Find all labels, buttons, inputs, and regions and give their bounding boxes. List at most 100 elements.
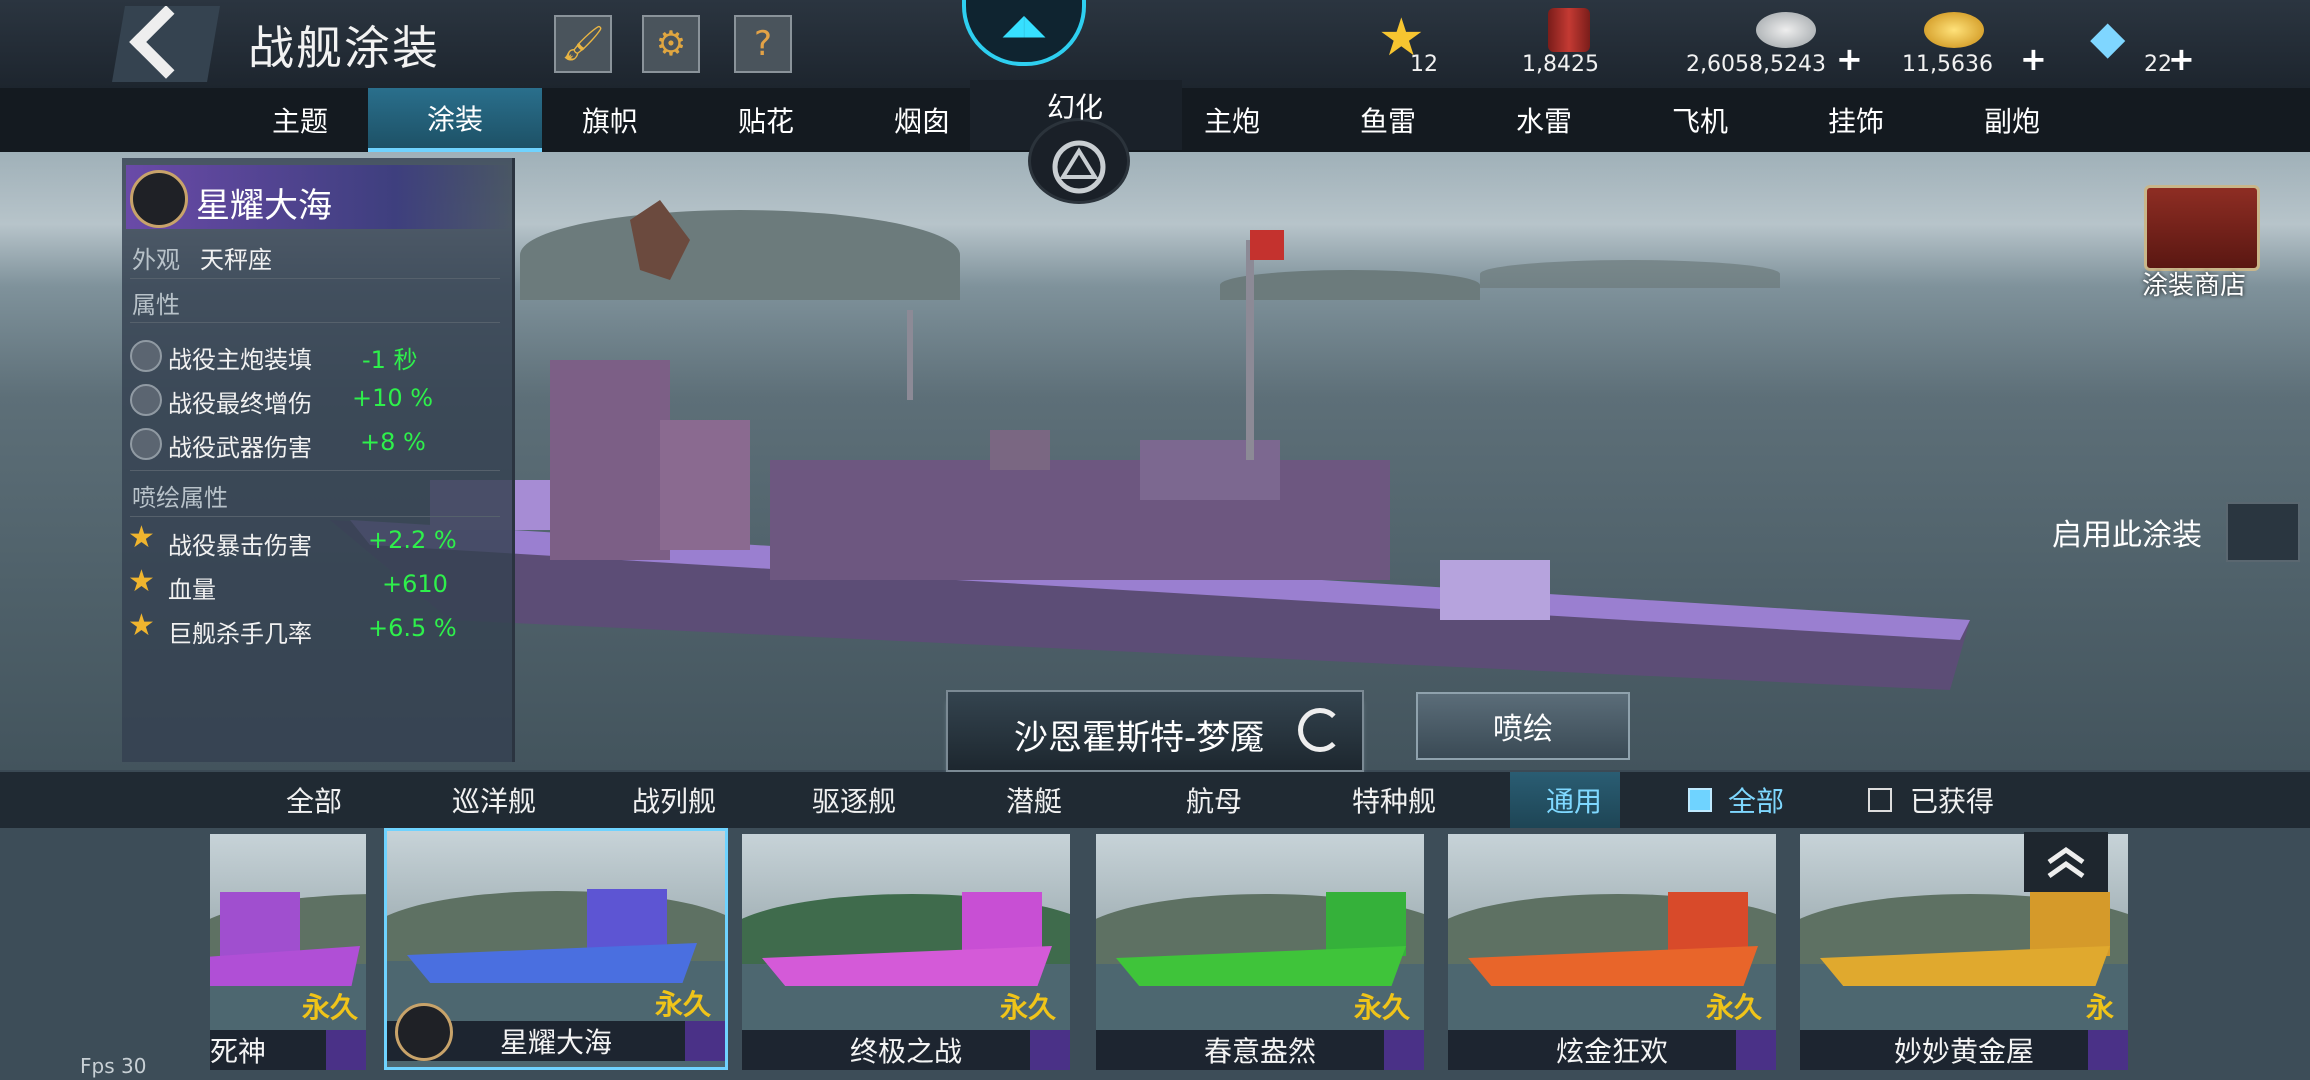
spray-attribute-value: +610 xyxy=(382,570,448,598)
divider xyxy=(130,516,500,517)
tab-ornament[interactable]: 挂饰 xyxy=(1796,88,1916,152)
apply-skin-toggle[interactable] xyxy=(2226,502,2300,562)
dragon-ornament xyxy=(630,200,690,280)
tab-mine[interactable]: 水雷 xyxy=(1484,88,1604,152)
tab-funnel[interactable]: 烟囱 xyxy=(862,88,982,152)
card-name-bar: 死神 xyxy=(210,1030,366,1070)
resource-value: 2,6058,5243 xyxy=(1686,52,1826,77)
libra-emblem-icon xyxy=(395,1003,453,1061)
skin-card-selected[interactable]: 永久 星耀大海 xyxy=(384,828,728,1070)
filter-all[interactable]: 全部 xyxy=(286,772,342,828)
tab-secondary-gun[interactable]: 副炮 xyxy=(1952,88,2072,152)
filter-destroyer[interactable]: 驱逐舰 xyxy=(812,772,896,828)
ship-flag xyxy=(1250,230,1284,260)
skin-card[interactable]: 永久 春意盎然 xyxy=(1096,834,1424,1070)
card-name-bar: 炫金狂欢 xyxy=(1448,1030,1776,1070)
resource-gold: 11,5636 + xyxy=(1902,4,2047,84)
divider xyxy=(130,322,500,323)
help-button[interactable]: ? xyxy=(734,15,792,73)
card-name: 死神 xyxy=(210,1035,267,1068)
star-icon: ★ xyxy=(128,564,155,599)
filter-submarine[interactable]: 潜艇 xyxy=(1006,772,1062,828)
appearance-value: 天秤座 xyxy=(200,246,272,274)
add-silver-button[interactable]: + xyxy=(1836,40,1863,78)
ship-superstructure xyxy=(550,360,670,560)
tab-transform-label[interactable]: 幻化 xyxy=(1010,84,1140,128)
card-corner xyxy=(1384,1030,1424,1070)
fortress-icon xyxy=(130,384,162,416)
checkbox-owned[interactable] xyxy=(1868,788,1892,812)
tab-torpedo[interactable]: 鱼雷 xyxy=(1328,88,1448,152)
appearance-label: 外观 xyxy=(132,246,180,274)
resource-value: 11,5636 xyxy=(1902,52,1993,77)
tab-decal[interactable]: 贴花 xyxy=(706,88,826,152)
card-corner xyxy=(326,1030,366,1070)
add-diamonds-button[interactable]: + xyxy=(2168,40,2195,78)
fortress-icon xyxy=(130,340,162,372)
logo-icon: ◢◣ xyxy=(1002,7,1046,41)
ship-name: 沙恩霍斯特-梦魇 xyxy=(1014,718,1265,758)
resource-stars: ★ 12 xyxy=(1378,4,1458,84)
settings-button[interactable]: ⚙ xyxy=(642,15,700,73)
checkbox-all-label[interactable]: 全部 xyxy=(1728,772,1784,828)
checkbox-owned-label[interactable]: 已获得 xyxy=(1910,772,1994,828)
checkbox-all[interactable] xyxy=(1688,788,1712,812)
spray-heading: 喷绘属性 xyxy=(132,484,228,512)
tab-theme[interactable]: 主题 xyxy=(240,88,360,152)
paint-bucket-icon xyxy=(1548,8,1590,52)
collapse-strip-button[interactable] xyxy=(2024,832,2108,892)
ship-name-plate: 沙恩霍斯特-梦魇 xyxy=(946,690,1364,772)
gear-icon: ⚙ xyxy=(655,24,687,64)
card-corner xyxy=(1030,1030,1070,1070)
card-name-bar: 春意盎然 xyxy=(1096,1030,1424,1070)
filter-special[interactable]: 特种舰 xyxy=(1352,772,1436,828)
spray-attribute-name: 巨舰杀手几率 xyxy=(168,620,312,648)
back-arrow-icon xyxy=(129,6,203,79)
spray-attribute-name: 战役暴击伤害 xyxy=(168,532,312,560)
spray-attribute-value: +6.5 % xyxy=(368,614,457,642)
ship-superstructure xyxy=(770,460,1390,580)
add-gold-button[interactable]: + xyxy=(2020,40,2047,78)
tab-aircraft[interactable]: 飞机 xyxy=(1640,88,1760,152)
filter-universal[interactable]: 通用 xyxy=(1546,772,1602,828)
permanent-tag: 永 xyxy=(2085,991,2114,1024)
filter-cruiser[interactable]: 巡洋舰 xyxy=(452,772,536,828)
permanent-tag: 永久 xyxy=(1353,991,1410,1024)
resource-paint: 1,8425 xyxy=(1520,4,1660,84)
star-icon: ★ xyxy=(128,520,155,555)
filter-carrier[interactable]: 航母 xyxy=(1186,772,1242,828)
transform-badge[interactable] xyxy=(1028,118,1130,204)
skin-shop-button[interactable]: 涂装商店 xyxy=(2124,185,2274,305)
resource-silver: 2,6058,5243 + xyxy=(1686,4,1863,84)
brush-button[interactable]: 🖌 xyxy=(554,15,612,73)
skin-card[interactable]: 永久 炫金狂欢 xyxy=(1448,834,1776,1070)
resource-value: 1,8425 xyxy=(1522,52,1599,77)
switch-ship-icon[interactable] xyxy=(1298,708,1342,752)
tab-main-gun[interactable]: 主炮 xyxy=(1172,88,1292,152)
shop-label: 涂装商店 xyxy=(2142,271,2247,301)
skin-card[interactable]: 永久 死神 xyxy=(210,834,366,1070)
card-name-bar: 妙妙黄金屋 xyxy=(1800,1030,2128,1070)
battleship-model xyxy=(330,200,1970,690)
filter-battleship[interactable]: 战列舰 xyxy=(632,772,716,828)
page-title: 战舰涂装 xyxy=(248,21,440,75)
skin-card[interactable]: 永久 终极之战 xyxy=(742,834,1070,1070)
card-ship-superstructure xyxy=(1326,892,1406,956)
card-name: 春意盎然 xyxy=(1203,1035,1316,1068)
card-ship-superstructure xyxy=(1668,892,1748,956)
spray-attribute-name: 血量 xyxy=(168,576,216,604)
tab-flag[interactable]: 旗帜 xyxy=(550,88,670,152)
attributes-heading: 属性 xyxy=(132,291,180,319)
libra-emblem-icon xyxy=(130,170,188,228)
tab-skin[interactable]: 涂装 xyxy=(368,88,542,152)
permanent-tag: 永久 xyxy=(1705,991,1762,1024)
spray-attribute-value: +2.2 % xyxy=(368,526,457,554)
treasure-chest-icon xyxy=(2144,185,2260,271)
back-button[interactable] xyxy=(112,6,220,82)
card-name: 妙妙黄金屋 xyxy=(1893,1035,2034,1068)
attribute-name: 战役主炮装填 xyxy=(168,346,312,374)
paint-button[interactable]: 喷绘 xyxy=(1416,692,1630,760)
permanent-tag: 永久 xyxy=(301,991,358,1024)
card-name: 终极之战 xyxy=(849,1035,962,1068)
transform-emblem-icon xyxy=(1052,140,1106,194)
